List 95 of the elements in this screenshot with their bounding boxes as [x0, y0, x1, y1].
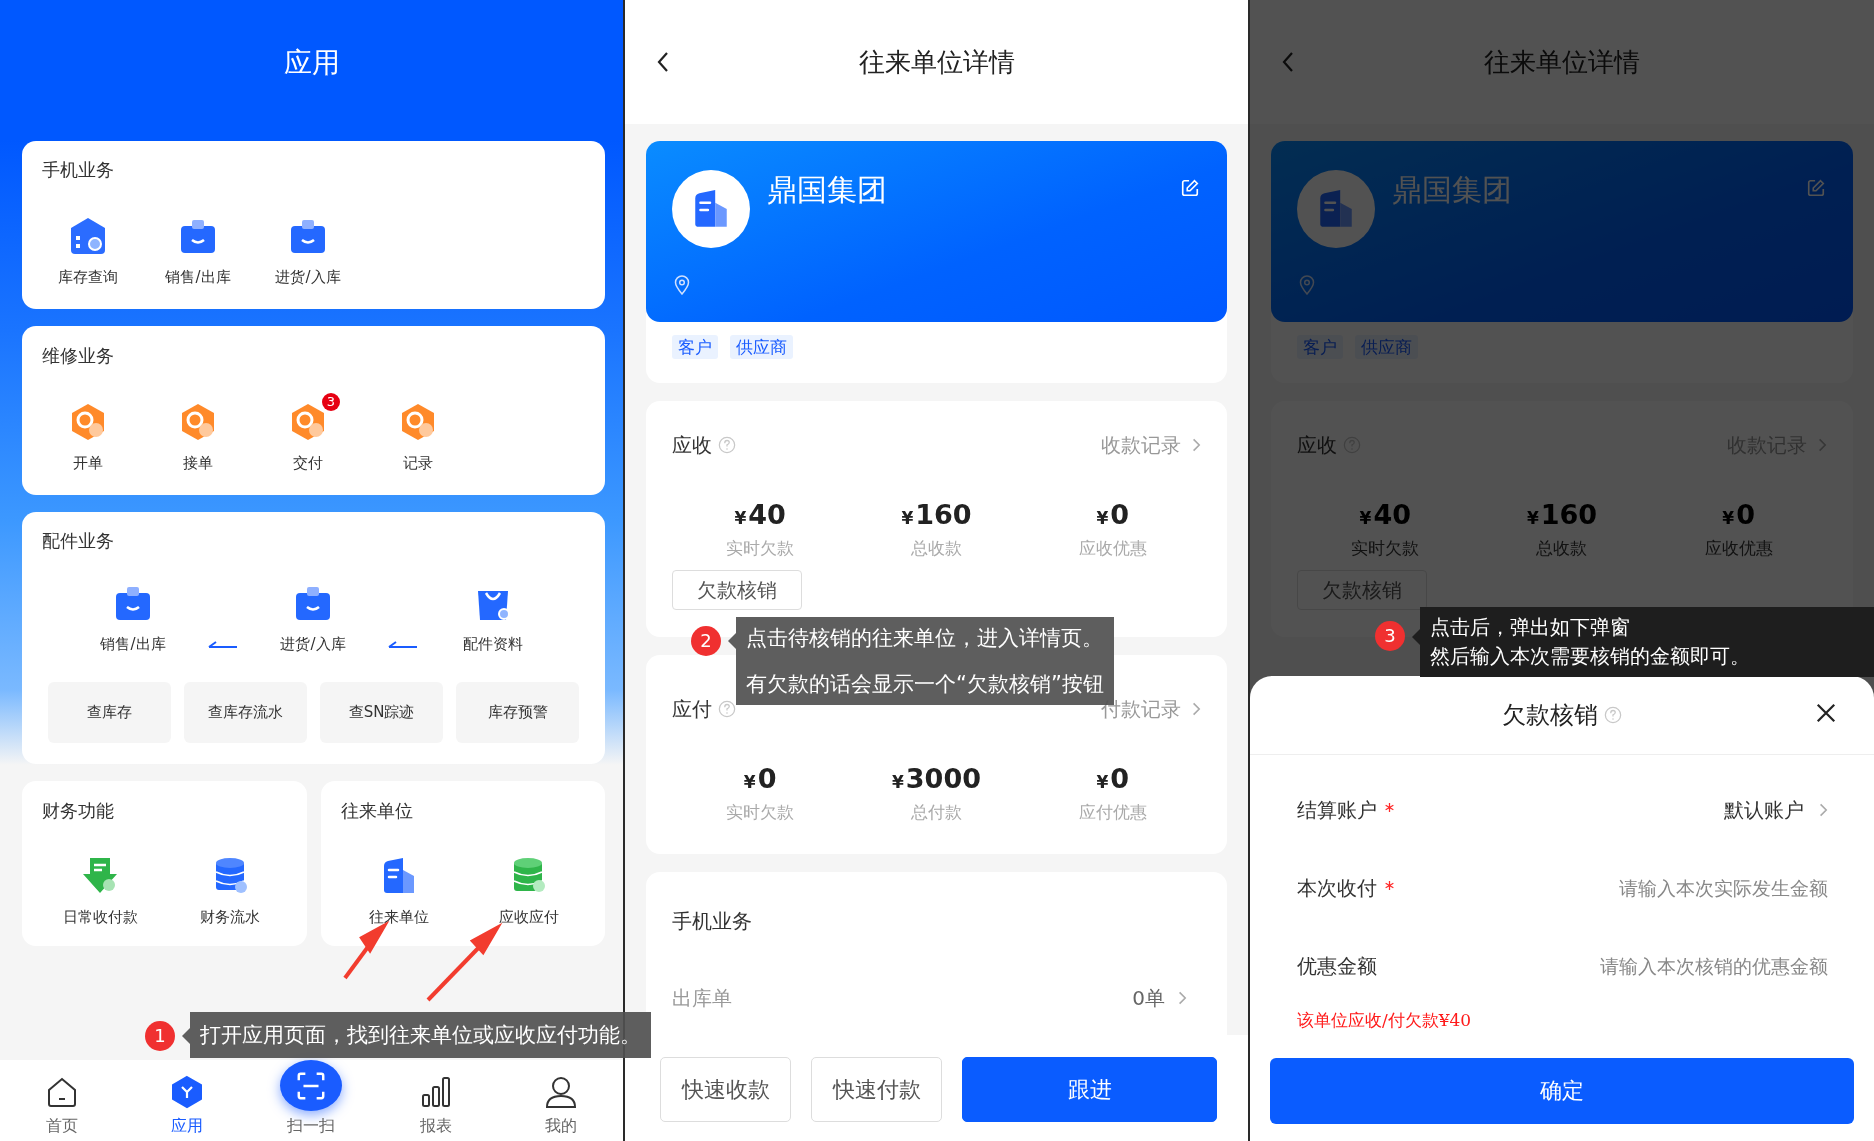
debt-note: 该单位应收/付欠款¥40: [1297, 1009, 1472, 1032]
page-title: 往来单位详情: [1484, 45, 1640, 79]
app-tile[interactable]: 配件资料: [433, 583, 553, 655]
stat-label: 总收款: [1536, 537, 1588, 560]
field-label: 本次收付: [1297, 874, 1377, 902]
amount-text: ¥0: [1096, 762, 1130, 796]
quick-button[interactable]: 查库存流水: [184, 682, 307, 743]
section-title: 手机业务: [672, 908, 752, 935]
tag: 客户: [672, 335, 718, 359]
section-title: 应付: [672, 696, 712, 723]
help-icon[interactable]: [718, 436, 736, 454]
action-button[interactable]: 快速收款: [660, 1057, 791, 1122]
amount-text: ¥3000: [892, 762, 981, 796]
callout-text: 打开应用页面，找到往来单位或应收应付功能。: [200, 1022, 641, 1049]
action-button[interactable]: 跟进: [962, 1057, 1217, 1122]
row-label: 出库单: [672, 985, 732, 1012]
amount-input[interactable]: 请输入本次实际发生金额: [1528, 877, 1828, 899]
quick-button[interactable]: 查库存: [48, 682, 171, 743]
amount-text: ¥40: [1359, 498, 1412, 532]
company-name: 鼎国集团: [767, 171, 887, 209]
action-button[interactable]: 快速付款: [811, 1057, 942, 1122]
app-tile[interactable]: 进货/入库: [253, 583, 373, 655]
app-tile[interactable]: 3 交付: [253, 392, 363, 474]
flow-arrow-icon: [207, 639, 239, 649]
tag: 客户: [1297, 335, 1343, 359]
nav-tab[interactable]: 我的: [498, 1060, 623, 1141]
tag: 供应商: [1355, 335, 1418, 359]
quick-button[interactable]: 库存预警: [456, 682, 579, 743]
app-tile[interactable]: 应收应付: [463, 856, 594, 928]
section-title: 应收: [1297, 432, 1337, 459]
confirm-button[interactable]: 确定: [1270, 1058, 1854, 1124]
quick-button[interactable]: 查SN踪迹: [320, 682, 443, 743]
amount-text: ¥0: [743, 762, 777, 796]
count-badge: 3: [322, 393, 340, 411]
page-title: 应用: [283, 45, 340, 81]
chevron-right-icon: [1191, 437, 1201, 453]
field-label: 优惠金额: [1297, 952, 1377, 980]
stat-label: 应收优惠: [1078, 537, 1147, 560]
section-title: 应收: [672, 432, 712, 459]
dialog-title: 欠款核销: [1502, 700, 1598, 731]
app-tile[interactable]: 接单: [143, 392, 253, 474]
nav-tab[interactable]: 应用: [124, 1060, 250, 1141]
person-icon: [543, 1075, 578, 1109]
help-icon[interactable]: [1604, 706, 1622, 724]
tag: 供应商: [730, 335, 793, 359]
page-title: 往来单位详情: [858, 45, 1015, 79]
house-icon: [68, 216, 108, 256]
chevron-right-icon: [1191, 701, 1201, 717]
stat-label: 实时欠款: [1351, 537, 1420, 560]
stat-label: 应收优惠: [1704, 537, 1773, 560]
nav-tab[interactable]: 报表: [373, 1060, 499, 1141]
chevron-right-icon: [1817, 437, 1827, 453]
stat-label: 总付款: [911, 801, 962, 824]
stat-label: 总收款: [911, 537, 962, 560]
app-tile[interactable]: 库存查询: [33, 206, 143, 288]
location-pin-icon: [1299, 275, 1315, 295]
hexagon-icon: [169, 1075, 204, 1109]
section-title: 往来单位: [340, 799, 413, 823]
stat-label: 应付优惠: [1078, 801, 1147, 824]
section-title: 维修业务: [42, 344, 114, 368]
callout-text: 然后输入本次需要核销的金额即可。: [1430, 643, 1750, 670]
section-title: 财务功能: [42, 799, 114, 823]
stat-label: 实时欠款: [726, 801, 795, 824]
amount-text: ¥40: [734, 498, 786, 532]
section-title: 配件业务: [42, 529, 114, 553]
company-name: 鼎国集团: [1392, 171, 1512, 209]
row-value-link[interactable]: 0单: [1132, 984, 1187, 1012]
field-label: 结算账户: [1297, 796, 1377, 824]
stat-label: 实时欠款: [726, 537, 795, 560]
nav-tab[interactable]: 扫一扫: [249, 1060, 374, 1141]
app-tile[interactable]: 日常收付款: [35, 856, 165, 928]
app-tile[interactable]: 销售/出库: [143, 206, 253, 288]
location-pin-icon: [674, 275, 690, 295]
callout-text: 有欠款的话会显示一个“欠款核销”按钮: [746, 671, 1104, 698]
account-select[interactable]: 默认账户: [1724, 796, 1828, 824]
write-off-button[interactable]: 欠款核销: [672, 570, 802, 610]
help-icon[interactable]: [718, 700, 736, 718]
app-tile[interactable]: 往来单位: [333, 856, 464, 928]
amount-text: ¥160: [1526, 498, 1598, 532]
flow-arrow-icon: [387, 639, 419, 649]
app-tile[interactable]: 财务流水: [165, 856, 295, 928]
amount-text: ¥0: [1096, 498, 1130, 532]
callout-text: 点击后，弹出如下弹窗: [1430, 614, 1630, 641]
app-tile[interactable]: 记录: [363, 392, 473, 474]
amount-input[interactable]: 请输入本次核销的优惠金额: [1528, 955, 1828, 977]
app-tile[interactable]: 开单: [33, 392, 143, 474]
app-tile[interactable]: 销售/出库: [73, 583, 193, 655]
chevron-right-icon: [1818, 802, 1828, 818]
callout-text: 点击待核销的往来单位，进入详情页。: [746, 625, 1103, 652]
chevron-right-icon: [1177, 990, 1187, 1006]
section-title: 手机业务: [42, 158, 114, 182]
app-tile[interactable]: 进货/入库: [253, 206, 363, 288]
nav-tab[interactable]: 首页: [0, 1060, 125, 1141]
amount-text: ¥160: [901, 498, 972, 532]
amount-text: ¥0: [1722, 498, 1755, 532]
